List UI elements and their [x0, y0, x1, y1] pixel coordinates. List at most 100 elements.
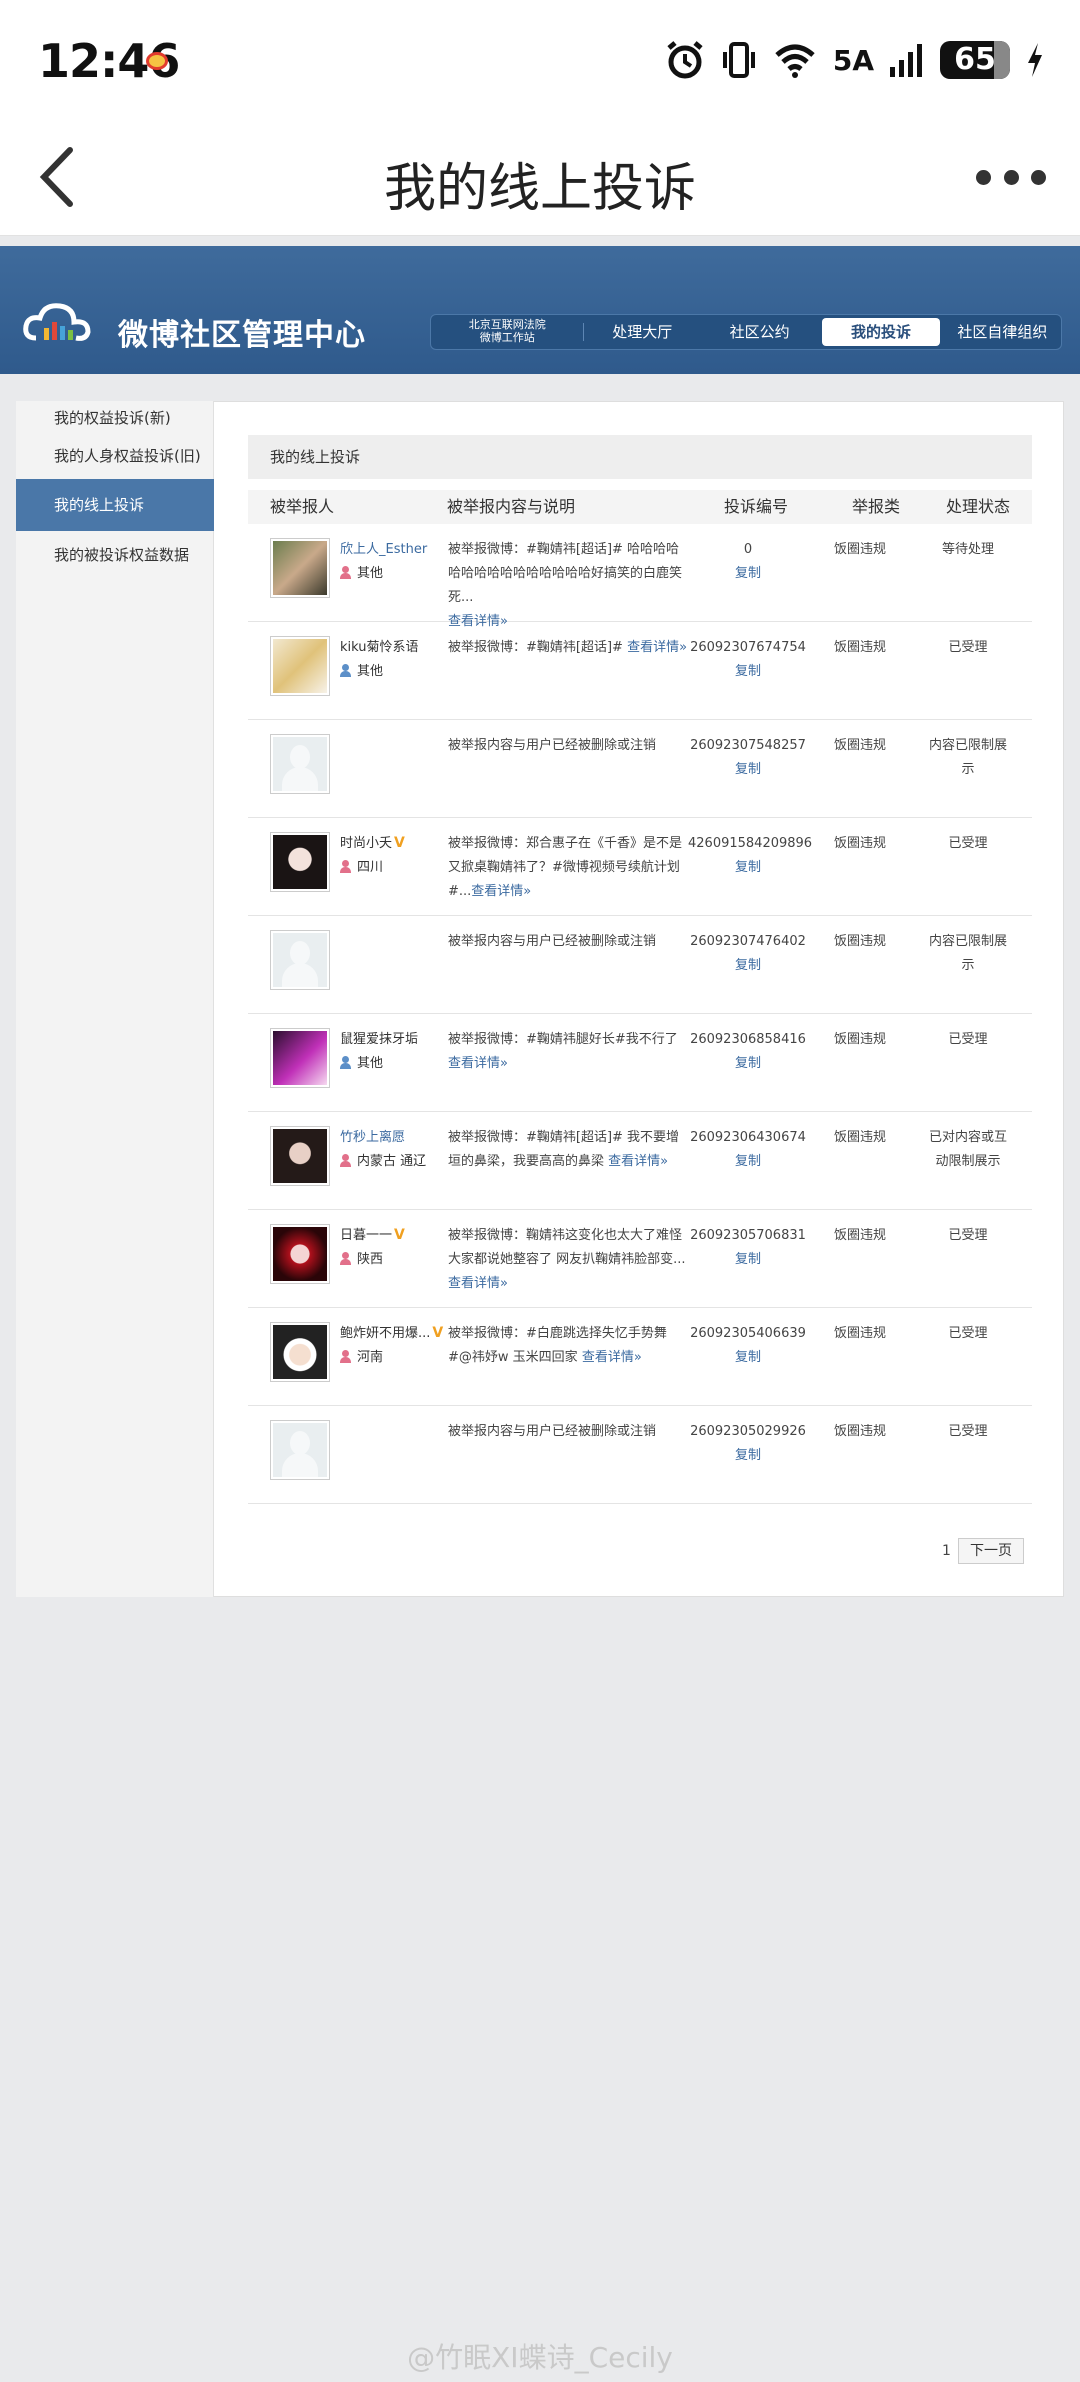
table-row: 日暮一一 V 陕西 被举报微博：鞠婧祎这变化也太大了难怪大家都说她整容了 网友扒鞠… — [248, 1210, 1032, 1308]
nav-item-court[interactable]: 北京互联网法院 微博工作站 — [431, 314, 584, 350]
reported-user-name[interactable]: 竹秒上离愿 — [340, 1126, 405, 1145]
complaint-id: 26092307674754 复制 — [688, 636, 808, 684]
complaint-id: 26092307548257 复制 — [688, 734, 808, 782]
copy-button[interactable]: 复制 — [688, 1052, 808, 1076]
battery-icon: 65 — [940, 41, 1010, 79]
reported-content: 被举报微博：鞠婧祎这变化也太大了难怪大家都说她整容了 网友扒鞠婧祎脸部变... 查… — [448, 1228, 686, 1291]
sidebar-item-complained-data[interactable]: 我的被投诉权益数据 — [16, 544, 214, 565]
copy-button[interactable]: 复制 — [688, 758, 808, 782]
copy-button[interactable]: 复制 — [688, 1150, 808, 1174]
avatar[interactable] — [270, 1126, 330, 1186]
copy-button[interactable]: 复制 — [688, 1346, 808, 1370]
status-badge: 已受理 — [948, 1424, 988, 1439]
sidebar-item-personal-rights-old[interactable]: 我的人身权益投诉(旧) — [16, 445, 214, 466]
avatar-placeholder — [270, 930, 330, 990]
nav-item-my-complaints[interactable]: 我的投诉 — [822, 318, 940, 346]
page-title: 我的线上投诉 — [383, 159, 696, 219]
reported-content: 被举报内容与用户已经被删除或注销 — [448, 1424, 657, 1439]
status-badge: 已对内容或互动限制展示 — [928, 1130, 1007, 1169]
reported-user-location: 内蒙古 通辽 — [340, 1150, 426, 1169]
complaint-id: 26092305406639 复制 — [688, 1322, 808, 1370]
status-badge: 内容已限制展示 — [928, 738, 1007, 777]
report-type: 饭圈违规 — [833, 836, 886, 851]
avatar[interactable] — [270, 636, 330, 696]
next-page-button[interactable]: 下一页 — [958, 1538, 1024, 1564]
view-detail-link[interactable]: 查看详情» — [608, 1154, 668, 1169]
reported-user-name[interactable]: 欣上人_Esther — [340, 538, 427, 557]
copy-button[interactable]: 复制 — [688, 1248, 808, 1272]
copy-button[interactable]: 复制 — [688, 1444, 808, 1468]
verified-v-icon: V — [432, 1325, 444, 1341]
male-icon — [340, 664, 351, 677]
table-row: 鲍炸妍不用爆... V 河南 被举报微博：#白鹿跳选择失忆手势舞#@祎妤w 玉米四… — [248, 1308, 1032, 1406]
network-type: 5A — [832, 43, 874, 77]
report-type: 饭圈违规 — [833, 1130, 886, 1145]
report-type: 饭圈违规 — [833, 1326, 886, 1341]
watermark: @竹眠XI蝶诗_Cecily — [407, 2341, 673, 2374]
col-complaint-id: 投诉编号 — [724, 497, 789, 516]
copy-button[interactable]: 复制 — [688, 954, 808, 978]
sidebar-item-rights-new[interactable]: 我的权益投诉(新) — [16, 407, 214, 428]
status-badge: 已受理 — [948, 1326, 988, 1341]
verified-v-icon: V — [394, 1227, 405, 1243]
vibrate-icon — [722, 42, 755, 78]
more-options-icon[interactable] — [976, 166, 1046, 188]
complaint-id: 26092305029926 复制 — [688, 1420, 808, 1468]
table-header — [248, 490, 1032, 524]
report-type: 饭圈违规 — [833, 1424, 886, 1439]
reported-content: 被举报内容与用户已经被删除或注销 — [448, 738, 657, 753]
view-detail-link[interactable]: 查看详情» — [448, 1276, 508, 1291]
copy-button[interactable]: 复制 — [688, 562, 808, 586]
signal-icon — [890, 44, 922, 77]
nav-item-convention[interactable]: 社区公约 — [701, 314, 818, 350]
section-title: 我的线上投诉 — [248, 435, 1032, 479]
view-detail-link[interactable]: 查看详情» — [448, 1056, 508, 1071]
copy-button[interactable]: 复制 — [688, 660, 808, 684]
col-content: 被举报内容与说明 — [447, 497, 576, 516]
female-icon — [340, 860, 351, 873]
report-type: 饭圈违规 — [833, 738, 886, 753]
view-detail-link[interactable]: 查看详情» — [582, 1350, 642, 1365]
report-type: 饭圈违规 — [833, 542, 886, 557]
report-type: 饭圈违规 — [833, 1228, 886, 1243]
reported-content: 被举报微博：#白鹿跳选择失忆手势舞#@祎妤w 玉米四回家 查看详情» — [448, 1326, 667, 1365]
nav-item-self-regulation[interactable]: 社区自律组织 — [944, 314, 1061, 350]
reported-user-location: 河南 — [340, 1346, 383, 1365]
copy-button[interactable]: 复制 — [688, 856, 808, 880]
table-row: 欣上人_Esther 其他 被举报微博：#鞠婧祎[超话]# 哈哈哈哈哈哈哈哈哈哈… — [248, 524, 1032, 629]
col-reported-user: 被举报人 — [270, 497, 335, 516]
sidebar-item-online-complaints[interactable]: 我的线上投诉 — [16, 479, 214, 531]
charging-icon — [1028, 43, 1042, 77]
complaint-id: 26092305706831 复制 — [688, 1224, 808, 1272]
status-badge: 内容已限制展示 — [928, 934, 1007, 973]
reported-user-name[interactable]: 时尚小夭 V — [340, 832, 405, 851]
reported-user-name[interactable]: kiku菊怜系语 — [340, 636, 419, 655]
status-bar: 12:46 5A 65 — [0, 0, 1080, 118]
female-icon — [340, 566, 351, 579]
reported-content: 被举报微博：#鞠婧祎[超话]# 我不要增垣的鼻梁，我要高高的鼻梁 查看详情» — [448, 1130, 680, 1169]
page-number[interactable]: 1 — [942, 1538, 951, 1564]
verified-v-icon: V — [394, 835, 405, 851]
reported-user-location: 其他 — [340, 562, 383, 581]
avatar[interactable] — [270, 1224, 330, 1284]
view-detail-link[interactable]: 查看详情» — [471, 884, 531, 899]
nav-item-hall[interactable]: 处理大厅 — [584, 314, 701, 350]
view-detail-link[interactable]: 查看详情» — [627, 640, 687, 655]
avatar-placeholder — [270, 734, 330, 794]
reported-user-location: 其他 — [340, 1052, 383, 1071]
reported-user-name[interactable]: 日暮一一 V — [340, 1224, 405, 1243]
avatar[interactable] — [270, 832, 330, 892]
weibo-notification-icon — [146, 52, 168, 70]
table-row: 被举报内容与用户已经被删除或注销 26092307476402 复制 饭圈违规 内… — [248, 916, 1032, 1014]
avatar[interactable] — [270, 1028, 330, 1088]
reported-content: 被举报微博：郑合惠子在《千香》是不是又掀桌鞠婧祎了？#微博视频号续航计划#...… — [448, 836, 683, 899]
reported-user-name[interactable]: 鲍炸妍不用爆... V — [340, 1322, 443, 1341]
reported-content: 被举报微博：#鞠婧祎[超话]# 查看详情» — [448, 640, 688, 655]
reported-user-name[interactable]: 鼠猩爱抹牙垢 — [340, 1028, 418, 1047]
male-icon — [340, 1056, 351, 1069]
avatar[interactable] — [270, 538, 330, 598]
table-row: 竹秒上离愿 内蒙古 通辽 被举报微博：#鞠婧祎[超话]# 我不要增垣的鼻梁，我要… — [248, 1112, 1032, 1210]
table-row: 鼠猩爱抹牙垢 其他 被举报微博：#鞠婧祎腿好长#我不行了 查看详情» 260923… — [248, 1014, 1032, 1112]
avatar[interactable] — [270, 1322, 330, 1382]
wifi-icon — [775, 44, 815, 78]
